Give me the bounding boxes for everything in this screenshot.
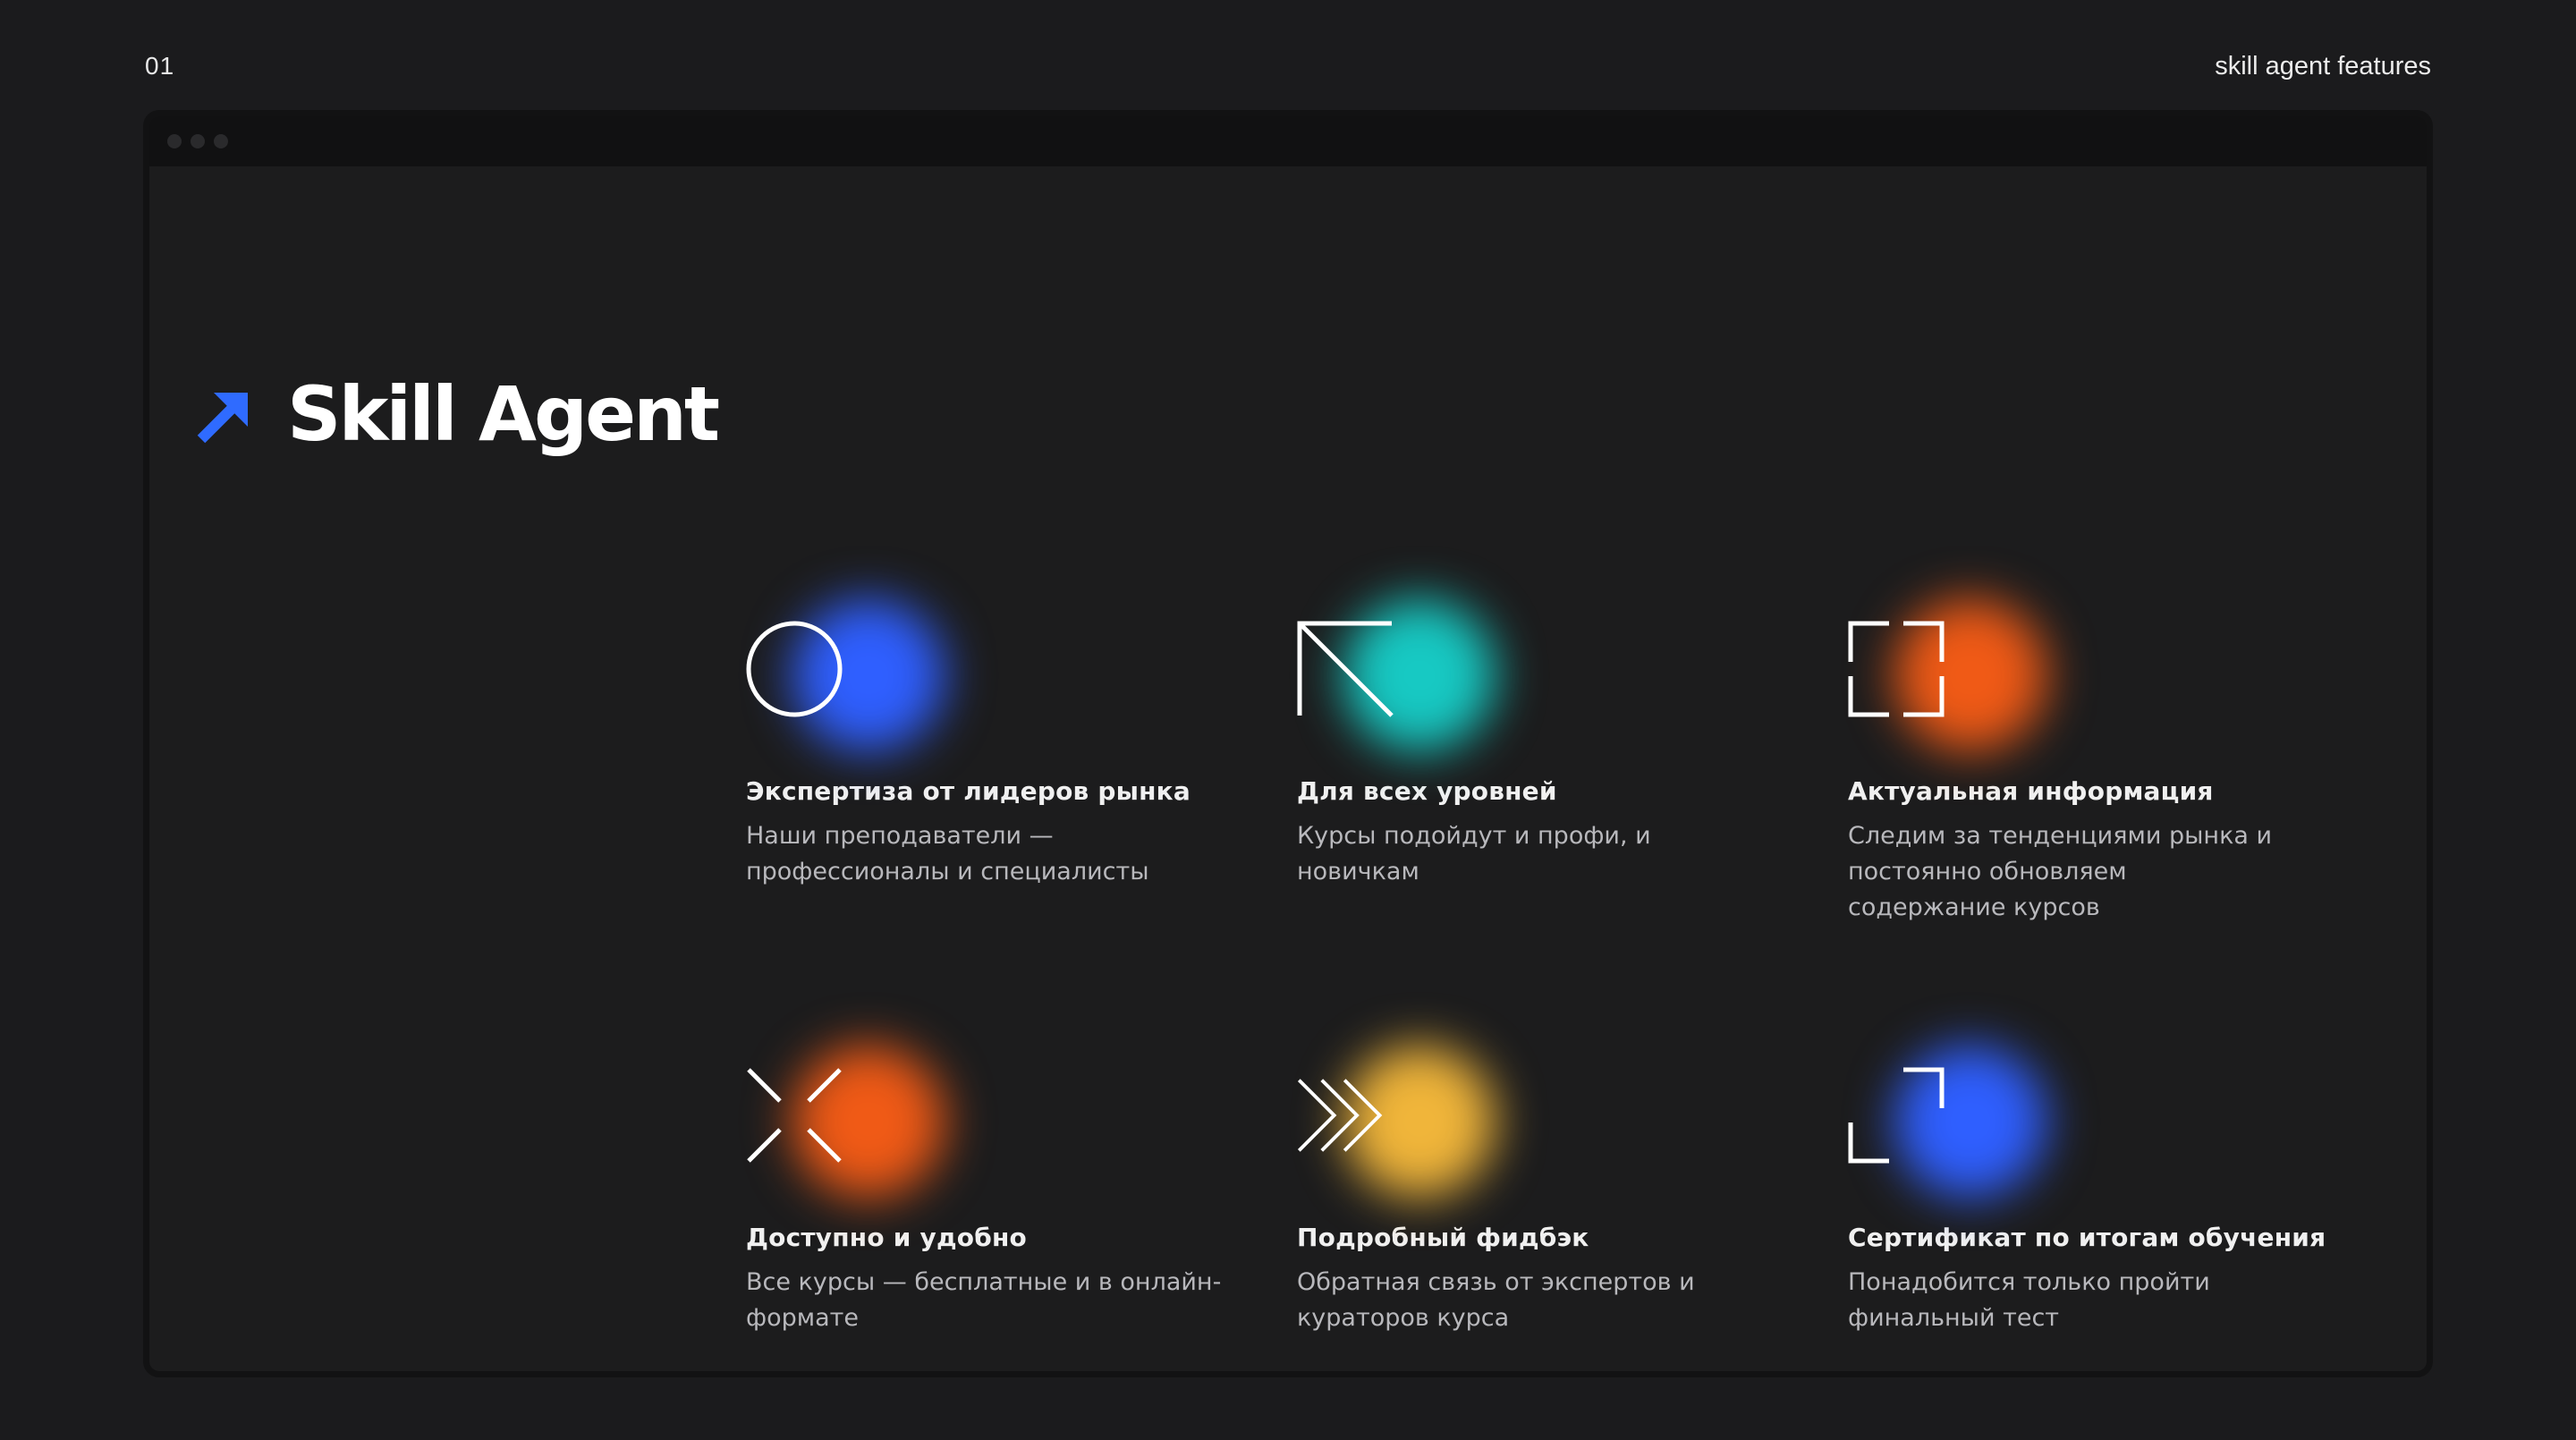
- window-titlebar: [149, 116, 2427, 166]
- feature-title: Для всех уровней: [1297, 776, 1557, 806]
- feature-title: Доступно и удобно: [746, 1223, 1027, 1252]
- diagonal-corners-icon: [1848, 1067, 1945, 1164]
- triple-chevron-icon: [1297, 1079, 1383, 1152]
- feature-title: Сертификат по итогам обучения: [1848, 1223, 2326, 1252]
- brand-logo: Skill Agent: [194, 365, 720, 463]
- window-control-minimize[interactable]: [191, 134, 205, 148]
- feature-description: Все курсы — бесплатные и в онлайн-формат…: [746, 1268, 1222, 1332]
- page-number: 01: [145, 52, 175, 80]
- browser-window: Skill Agent Экспертиза от лидеров рынка …: [143, 110, 2433, 1377]
- arrow-up-right-icon: [197, 393, 248, 444]
- feature-description: Понадобится только пройти финальный тест: [1848, 1268, 2210, 1332]
- page-label: skill agent features: [2215, 52, 2431, 80]
- feature-card: Подробный фидбэк Обратная связь от экспе…: [1297, 1021, 1816, 1336]
- feature-description: Следим за тенденциями рынка и постоянно …: [1848, 822, 2273, 921]
- cross-icon: [747, 1068, 842, 1163]
- circle-icon: [746, 621, 843, 717]
- arrow-up-left-icon: [1297, 621, 1394, 717]
- feature-card: Для всех уровней Курсы подойдут и профи,…: [1297, 574, 1816, 890]
- feature-title: Актуальная информация: [1848, 776, 2214, 806]
- feature-description: Курсы подойдут и профи, и новичкам: [1297, 822, 1651, 885]
- feature-title: Экспертиза от лидеров рынка: [746, 776, 1191, 806]
- frame-corners-icon: [1848, 621, 1945, 717]
- feature-description: Обратная связь от экспертов и кураторов …: [1297, 1268, 1695, 1332]
- feature-card: Доступно и удобно Все курсы — бесплатные…: [746, 1021, 1265, 1336]
- feature-card: Экспертиза от лидеров рынка Наши препода…: [746, 574, 1265, 890]
- feature-title: Подробный фидбэк: [1297, 1223, 1589, 1252]
- window-control-close[interactable]: [167, 134, 182, 148]
- feature-description: Наши преподаватели — профессионалы и спе…: [746, 822, 1149, 885]
- brand-name: Skill Agent: [287, 370, 720, 458]
- feature-card: Актуальная информация Следим за тенденци…: [1848, 574, 2367, 926]
- feature-card: Сертификат по итогам обучения Понадобитс…: [1848, 1021, 2367, 1336]
- window-control-maximize[interactable]: [214, 134, 228, 148]
